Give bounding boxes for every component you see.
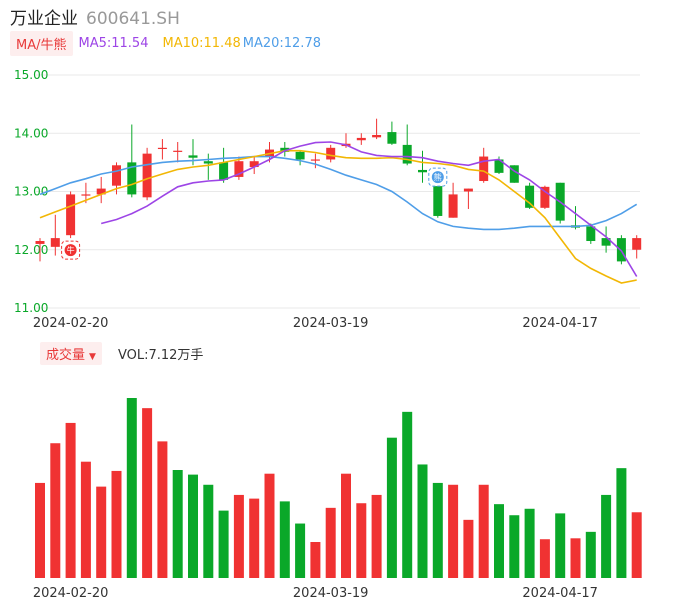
volume-bar	[417, 464, 428, 578]
candle-body	[112, 165, 121, 186]
volume-bar	[432, 482, 443, 578]
x-tick-label: 2024-02-20	[33, 316, 109, 331]
volume-bar	[264, 473, 275, 578]
volume-bar	[463, 519, 474, 578]
volume-bar	[631, 512, 642, 578]
x-tick-label: 2024-02-20	[33, 586, 109, 601]
volume-bar	[325, 507, 336, 578]
volume-bar	[570, 538, 581, 578]
candle-body	[81, 194, 91, 196]
volume-bar	[601, 494, 612, 578]
volume-bar	[478, 484, 489, 578]
volume-bar	[126, 398, 137, 578]
volume-bar	[188, 474, 198, 578]
volume-bar	[65, 422, 76, 578]
volume-bar	[142, 408, 153, 578]
x-tick-label: 2024-04-17	[522, 316, 598, 331]
volume-bar	[218, 510, 229, 578]
volume-bar	[111, 470, 122, 578]
candle-body	[310, 159, 320, 161]
candle-body	[418, 169, 427, 173]
volume-bar	[50, 443, 61, 578]
candle-body	[525, 185, 535, 208]
volume-bar	[35, 482, 45, 578]
volume-bar	[524, 508, 535, 578]
x-tick-label: 2024-03-19	[293, 586, 369, 601]
candle-body	[142, 153, 152, 198]
volume-bar	[616, 468, 627, 578]
volume-bar	[279, 501, 290, 578]
candle-body	[616, 238, 626, 262]
candle-body	[173, 150, 183, 152]
volume-bar	[448, 484, 459, 578]
candle-body	[203, 161, 213, 164]
candle-body	[372, 134, 382, 138]
candle-body	[219, 162, 229, 180]
volume-bar	[249, 498, 260, 578]
volume-bar	[157, 441, 168, 578]
volume-bar	[555, 513, 566, 578]
volume-bar	[341, 473, 351, 578]
candle-body	[295, 151, 305, 160]
volume-bar	[203, 484, 214, 578]
x-tick-label: 2024-03-19	[293, 316, 369, 331]
signal-marker-label: 熊	[434, 172, 442, 182]
volume-bar	[539, 539, 550, 578]
candle-body	[326, 147, 336, 160]
y-tick-label: 11.00	[14, 301, 48, 315]
volume-bar	[585, 531, 596, 578]
volume-bar	[371, 494, 382, 578]
volume-bar	[494, 504, 504, 578]
y-tick-label: 15.00	[14, 68, 48, 82]
volume-bar	[96, 486, 107, 578]
candle-body	[387, 132, 397, 144]
volume-bar	[310, 542, 321, 578]
volume-bar	[402, 411, 413, 578]
volume-bar	[80, 461, 91, 578]
volume-bar	[233, 494, 244, 578]
candle-body	[463, 188, 473, 192]
volume-bar	[509, 515, 520, 578]
volume-bar	[386, 437, 397, 578]
y-tick-label: 13.00	[14, 185, 48, 199]
volume-bar	[295, 523, 306, 578]
candle-body	[50, 238, 60, 247]
signal-marker-label: 牛	[67, 245, 75, 255]
volume-bar	[356, 503, 367, 578]
candle-body	[35, 241, 45, 244]
x-tick-label: 2024-04-17	[522, 586, 598, 601]
candle-body	[188, 155, 198, 158]
y-tick-label: 12.00	[14, 243, 48, 257]
candle-body	[157, 147, 167, 150]
candle-body	[66, 194, 76, 236]
candle-body	[356, 137, 366, 141]
kline-chart[interactable]: 15.00 14.00 13.00 12.00 11.00 牛 熊 2024-02-20 202…	[0, 0, 686, 606]
candle-body	[632, 238, 642, 250]
candle-body	[448, 194, 458, 218]
volume-bar	[172, 470, 183, 578]
y-tick-label: 14.00	[14, 126, 48, 140]
